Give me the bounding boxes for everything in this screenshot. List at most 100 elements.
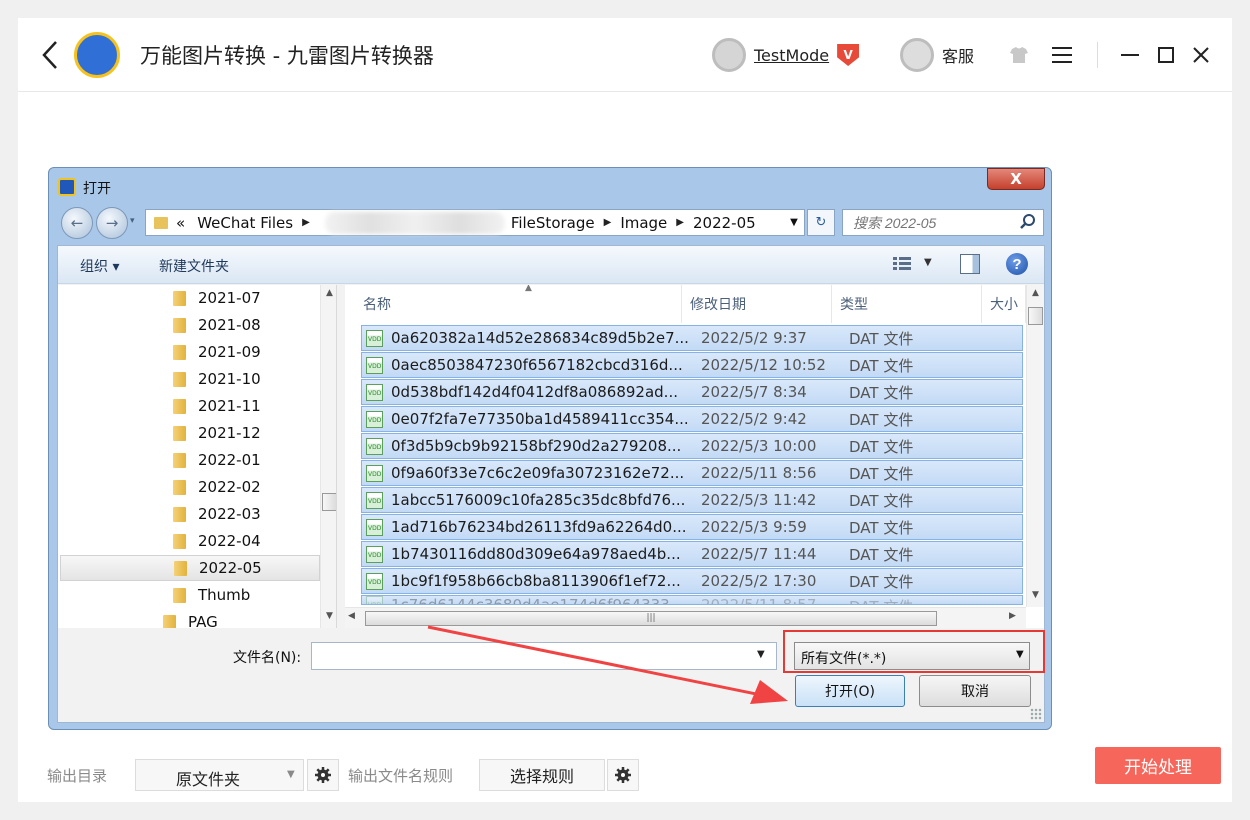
file-row[interactable]: 1ad716b76234bd26113fd9a62264d0...2022/5/… (361, 514, 1023, 540)
help-icon[interactable]: ? (1006, 253, 1028, 275)
minimize-icon[interactable] (1119, 44, 1141, 66)
maximize-icon[interactable] (1155, 44, 1177, 66)
address-segment[interactable]: FileStorage (511, 214, 595, 232)
tree-item[interactable]: 2021-12 (173, 420, 336, 446)
customer-service[interactable]: 客服 (900, 38, 974, 72)
tree-item[interactable]: 2021-09 (173, 339, 336, 365)
resize-grip-icon[interactable] (1030, 708, 1042, 720)
choose-rule-button[interactable]: 选择规则 (479, 759, 605, 791)
preview-pane-icon[interactable] (960, 254, 980, 274)
chevron-right-icon[interactable]: ▶ (302, 217, 310, 228)
dialog-app-icon (58, 178, 76, 196)
scroll-thumb[interactable]: ||| (365, 611, 937, 626)
start-processing-button[interactable]: 开始处理 (1095, 747, 1221, 784)
file-row[interactable]: 1abcc5176009c10fa285c35dc8bfd76...2022/5… (361, 487, 1023, 513)
dat-file-icon (366, 518, 383, 536)
output-dir-dropdown-icon[interactable]: ▼ (287, 769, 295, 780)
tree-item[interactable]: 2021-08 (173, 312, 336, 338)
open-button[interactable]: 打开(O) (795, 675, 905, 707)
open-file-dialog: 打开 X ← → ▾ « WeChat Files ▶ FileStorage … (48, 167, 1052, 730)
output-settings-button[interactable] (307, 759, 339, 791)
scroll-thumb[interactable] (322, 493, 336, 511)
tree-item[interactable]: 2021-10 (173, 366, 336, 392)
view-dropdown-icon[interactable]: ▼ (924, 257, 932, 268)
file-row[interactable]: 0aec8503847230f6567182cbcd316d...2022/5/… (361, 352, 1023, 378)
view-options-icon[interactable] (892, 255, 912, 273)
tree-item[interactable]: Thumb (173, 582, 336, 608)
gear-icon (615, 767, 631, 783)
refresh-icon[interactable]: ↻ (807, 209, 835, 236)
file-row[interactable]: 0a620382a14d52e286834c89d5b2e7...2022/5/… (361, 325, 1023, 351)
username-link[interactable]: TestMode (754, 46, 829, 65)
tree-item[interactable]: 2022-03 (173, 501, 336, 527)
scroll-up-icon[interactable]: ▲ (321, 288, 336, 298)
search-icon[interactable] (1019, 213, 1037, 231)
address-segment[interactable]: 2022-05 (693, 214, 756, 232)
file-row[interactable]: 1c76d6144c3680d4ae174d6f964333...2022/5/… (361, 595, 1023, 605)
back-arrow-icon[interactable] (38, 38, 62, 72)
column-header-type[interactable]: 类型 (832, 285, 982, 323)
dat-file-icon (366, 329, 383, 347)
user-account[interactable]: TestMode V (712, 38, 860, 72)
tree-item-selected[interactable]: 2022-05 (60, 555, 320, 581)
file-row[interactable]: 1bc9f1f958b66cb8ba8113906f1ef72...2022/5… (361, 568, 1023, 594)
cancel-button[interactable]: 取消 (919, 675, 1031, 707)
tree-item[interactable]: 2021-07 (173, 285, 336, 311)
dat-file-icon (366, 356, 383, 374)
filename-label: 文件名(N): (233, 650, 302, 666)
gear-icon (315, 767, 331, 783)
output-dir-select[interactable]: 原文件夹 (135, 759, 304, 791)
file-row[interactable]: 1b7430116dd80d309e64a978aed4b...2022/5/7… (361, 541, 1023, 567)
shirt-icon[interactable] (1008, 44, 1030, 66)
chevron-right-icon[interactable]: ▶ (604, 217, 612, 228)
scroll-left-icon[interactable]: ◀ (348, 611, 355, 621)
menu-icon[interactable] (1051, 44, 1073, 66)
address-dropdown-icon[interactable]: ▼ (784, 217, 804, 228)
new-folder-button[interactable]: 新建文件夹 (159, 256, 229, 276)
organize-button[interactable]: 组织 ▾ (80, 256, 119, 276)
rule-settings-button[interactable] (607, 759, 639, 791)
filename-input[interactable] (311, 642, 777, 670)
close-icon[interactable] (1190, 44, 1212, 66)
folder-icon (173, 398, 186, 414)
column-header-size[interactable]: 大小 (982, 285, 1026, 323)
column-header-name[interactable]: 名称 ▲ (355, 285, 682, 323)
nav-forward-icon[interactable]: → (96, 207, 128, 239)
file-list: 名称▲ 修改日期 类型 大小 0a620382a14d52e286834c89d… (345, 285, 1044, 628)
tree-item[interactable]: PAG (163, 609, 336, 628)
address-segment[interactable]: WeChat Files (197, 214, 293, 232)
tree-item[interactable]: 2022-01 (173, 447, 336, 473)
search-input[interactable] (842, 209, 1044, 236)
tree-item[interactable]: 2022-04 (173, 528, 336, 554)
list-vertical-scrollbar[interactable]: ▲ ▼ (1026, 285, 1044, 607)
dat-file-icon (366, 596, 383, 604)
address-bar[interactable]: « WeChat Files ▶ FileStorage ▶ Image ▶ 2… (145, 209, 805, 236)
filename-dropdown-icon[interactable]: ▼ (757, 649, 765, 660)
folder-icon (174, 560, 187, 576)
folder-icon (173, 317, 186, 333)
dialog-close-button[interactable]: X (987, 168, 1045, 190)
tree-item[interactable]: 2021-11 (173, 393, 336, 419)
file-row[interactable]: 0f9a60f33e7c6c2e09fa30723162e72...2022/5… (361, 460, 1023, 486)
column-header-date[interactable]: 修改日期 (682, 285, 832, 323)
address-segment[interactable]: Image (620, 214, 667, 232)
redacted-segment (324, 211, 505, 234)
address-prefix[interactable]: « (176, 214, 185, 232)
tree-scrollbar[interactable]: ▲ ▼ (320, 285, 336, 628)
scroll-thumb[interactable] (1028, 307, 1043, 325)
scroll-right-icon[interactable]: ▶ (1009, 611, 1016, 621)
nav-history-dropdown-icon[interactable]: ▾ (130, 216, 135, 226)
folder-icon (163, 614, 176, 628)
tree-item[interactable]: 2022-02 (173, 474, 336, 500)
folder-icon (173, 371, 186, 387)
scroll-down-icon[interactable]: ▼ (1027, 590, 1044, 600)
scroll-up-icon[interactable]: ▲ (1027, 288, 1044, 298)
file-row[interactable]: 0f3d5b9cb9b92158bf290d2a279208...2022/5/… (361, 433, 1023, 459)
nav-back-icon[interactable]: ← (61, 207, 93, 239)
folder-icon (173, 344, 186, 360)
scroll-down-icon[interactable]: ▼ (321, 611, 336, 621)
file-row[interactable]: 0d538bdf142d4f0412df8a086892ad...2022/5/… (361, 379, 1023, 405)
list-horizontal-scrollbar[interactable]: ◀ ||| ▶ (345, 607, 1026, 628)
file-row[interactable]: 0e07f2fa7e77350ba1d4589411cc354...2022/5… (361, 406, 1023, 432)
chevron-right-icon[interactable]: ▶ (676, 217, 684, 228)
